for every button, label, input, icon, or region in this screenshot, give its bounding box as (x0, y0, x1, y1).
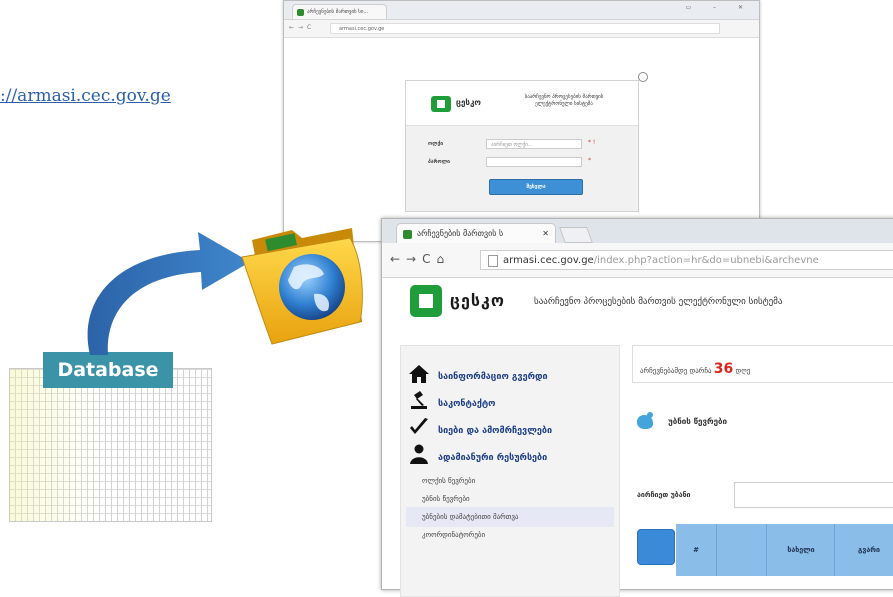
site-brand: ცესკო (450, 291, 505, 310)
menu-item-lists[interactable]: სიები და ამომრჩევლები (438, 426, 552, 436)
login-subtitle: საარჩევნო პროცესების მართვის ელექტრონული… (524, 94, 604, 107)
submenu-precinct-management[interactable]: უბნების დამატებითი მართვა (422, 513, 518, 521)
user-icon (410, 444, 428, 464)
required-marker: * (588, 157, 591, 164)
district-label: ოლქი (428, 141, 444, 147)
transfer-arrow-icon (87, 232, 250, 355)
precinct-select[interactable] (734, 482, 893, 508)
url-path: /index.php?action=hr&do=ubnebi&archevne (593, 255, 819, 266)
main-browser-window: არჩევნების მართვის ს ✕ ←→C⌂ armasi.cec.g… (381, 218, 893, 597)
countdown-unit: დღე (735, 367, 751, 375)
login-brand: ცესკო (456, 98, 481, 107)
nav-buttons-icon[interactable]: ←→C⌂ (390, 252, 450, 266)
column-header-number: # (693, 546, 699, 554)
url-field[interactable]: armasi.cec.gov.ge (330, 23, 720, 34)
column-header-surname: გვარი (834, 524, 893, 576)
cec-logo-icon (431, 96, 451, 112)
submenu-precinct-members[interactable]: უბნის წევრები (422, 495, 470, 503)
browser-tab[interactable]: არჩევნების მართვის სი... (292, 4, 387, 19)
menu-item-hr[interactable]: ადამიანური რესურსები (438, 453, 547, 463)
home-icon (409, 365, 429, 383)
menu-item-info-page[interactable]: საინფორმაციო გვერდი (438, 372, 548, 382)
menu-item-contact[interactable]: საკონტაქტო (438, 399, 496, 409)
countdown-label: არჩევნებამდე დარჩა (640, 367, 712, 375)
submenu-coordinators[interactable]: კოორდინატორები (422, 531, 485, 539)
submenu-district-members[interactable]: ოლქის წევრები (422, 477, 475, 485)
tab-title: არჩევნების მართვის ს (417, 229, 504, 238)
gavel-icon (411, 391, 427, 409)
web-folder-icon (241, 228, 363, 345)
required-marker: * ! (588, 139, 596, 146)
check-icon (410, 418, 428, 434)
site-subtitle: საარჩევნო პროცესების მართვის ელექტრონული… (534, 297, 783, 307)
close-tab-icon[interactable]: ✕ (542, 224, 549, 244)
address-bar: ←→C armasi.cec.gov.ge (284, 20, 759, 38)
table-header: # სახელი გვარი (676, 524, 893, 576)
countdown-text: არჩევნებამდე დარჩა 36 დღე (640, 361, 750, 377)
tab-bar: არჩევნების მართვის სი... ▭ – ✕ (284, 1, 759, 20)
login-button[interactable]: შესვლა (489, 179, 583, 195)
window-controls[interactable]: ▭ – ✕ (685, 4, 753, 11)
district-select[interactable]: აირჩიეთ ოლქი... (486, 139, 582, 149)
url-field[interactable]: armasi.cec.gov.ge/index.php?action=hr&do… (480, 250, 893, 270)
cec-url-link[interactable]: ://armasi.cec.gov.ge (0, 86, 171, 106)
bird-icon (637, 412, 653, 429)
browser-tab[interactable]: არჩევნების მართვის ს ✕ (396, 223, 556, 243)
countdown-days: 36 (713, 361, 734, 377)
nav-buttons-icon[interactable]: ←→C (289, 24, 315, 31)
password-label: პაროლი (428, 159, 450, 165)
password-field[interactable] (486, 157, 582, 167)
section-title: უბნის წევრები (668, 417, 728, 426)
database-table-image (9, 368, 212, 522)
sidebar (400, 345, 620, 597)
database-button[interactable] (637, 529, 675, 565)
url-domain: armasi.cec.gov.ge (503, 255, 594, 266)
address-bar: ←→C⌂ armasi.cec.gov.ge/index.php?action=… (382, 243, 893, 278)
login-header: ცესკო საარჩევნო პროცესების მართვის ელექტ… (406, 81, 638, 126)
login-panel: ცესკო საარჩევნო პროცესების მართვის ელექტ… (405, 80, 639, 212)
close-icon[interactable] (638, 72, 648, 82)
column-header-blank (716, 524, 767, 576)
cec-logo-icon (410, 285, 442, 317)
precinct-select-label: აირჩიეთ უბანი (637, 491, 691, 499)
tab-bar: არჩევნების მართვის ს ✕ (382, 219, 893, 243)
column-header-name: სახელი (766, 524, 835, 576)
new-tab-button[interactable] (559, 227, 593, 243)
